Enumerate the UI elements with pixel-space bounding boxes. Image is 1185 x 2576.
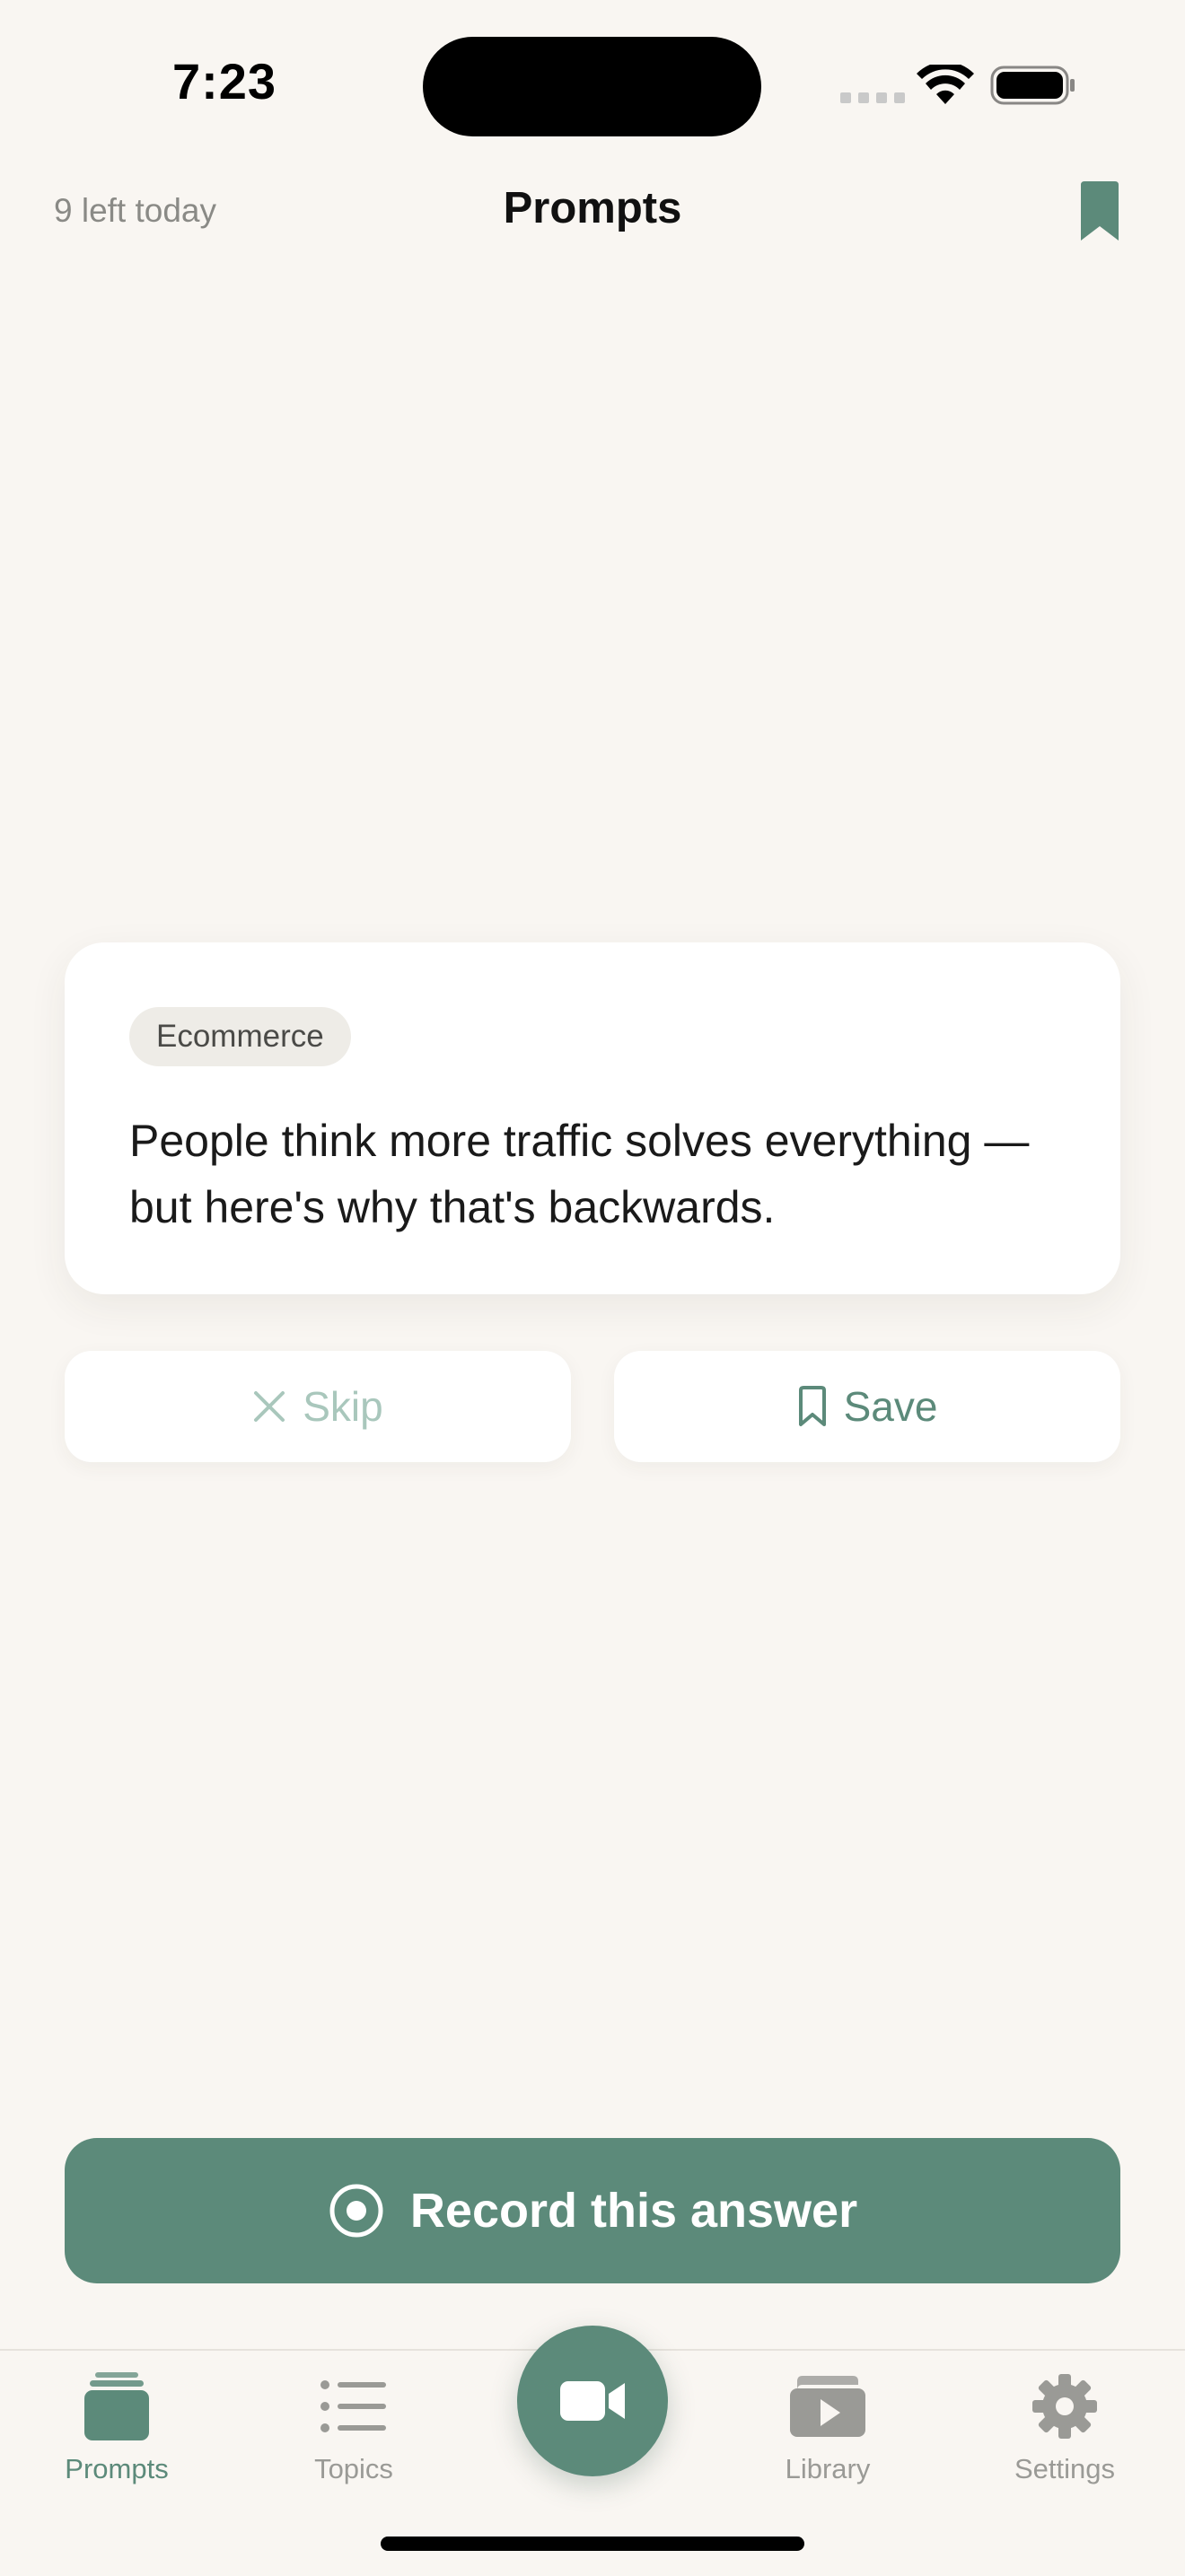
- tab-prompts-label: Prompts: [65, 2453, 169, 2484]
- save-label: Save: [843, 1383, 938, 1430]
- page-title: Prompts: [503, 184, 682, 232]
- bookmark-outline-icon: [798, 1386, 826, 1426]
- category-chip: Ecommerce: [129, 1007, 351, 1066]
- tab-library-label: Library: [785, 2453, 871, 2484]
- save-button[interactable]: Save: [614, 1351, 1120, 1462]
- header: 9 left today Prompts: [0, 171, 1185, 251]
- bookmark-icon[interactable]: [1077, 180, 1122, 244]
- tab-library[interactable]: Library: [729, 2365, 926, 2485]
- x-icon: [254, 1391, 285, 1422]
- signal-icon: [840, 92, 905, 103]
- skip-label: Skip: [303, 1383, 383, 1430]
- record-video-button[interactable]: [517, 2326, 668, 2476]
- tab-settings[interactable]: Settings: [966, 2365, 1163, 2485]
- status-bar: 7:23: [0, 0, 1185, 171]
- gear-icon: [1032, 2374, 1097, 2439]
- prompt-card: Ecommerce People think more traffic solv…: [65, 942, 1120, 1294]
- video-library-icon: [790, 2376, 865, 2437]
- video-camera-icon: [560, 2381, 625, 2421]
- wifi-icon: [917, 65, 974, 104]
- record-answer-label: Record this answer: [409, 2184, 858, 2238]
- record-answer-button[interactable]: Record this answer: [65, 2138, 1120, 2283]
- home-indicator: [381, 2537, 804, 2551]
- tab-prompts[interactable]: Prompts: [18, 2365, 215, 2485]
- tab-settings-label: Settings: [1014, 2453, 1115, 2484]
- list-icon: [320, 2380, 386, 2432]
- tab-topics-label: Topics: [314, 2453, 393, 2484]
- battery-icon: [990, 66, 1075, 105]
- skip-button[interactable]: Skip: [65, 1351, 571, 1462]
- prompt-text: People think more traffic solves everyth…: [129, 1116, 1030, 1232]
- stack-icon: [84, 2372, 149, 2440]
- tab-topics[interactable]: Topics: [255, 2365, 452, 2485]
- record-circle-icon: [329, 2184, 383, 2238]
- status-time: 7:23: [171, 53, 277, 110]
- dynamic-island: [423, 37, 761, 136]
